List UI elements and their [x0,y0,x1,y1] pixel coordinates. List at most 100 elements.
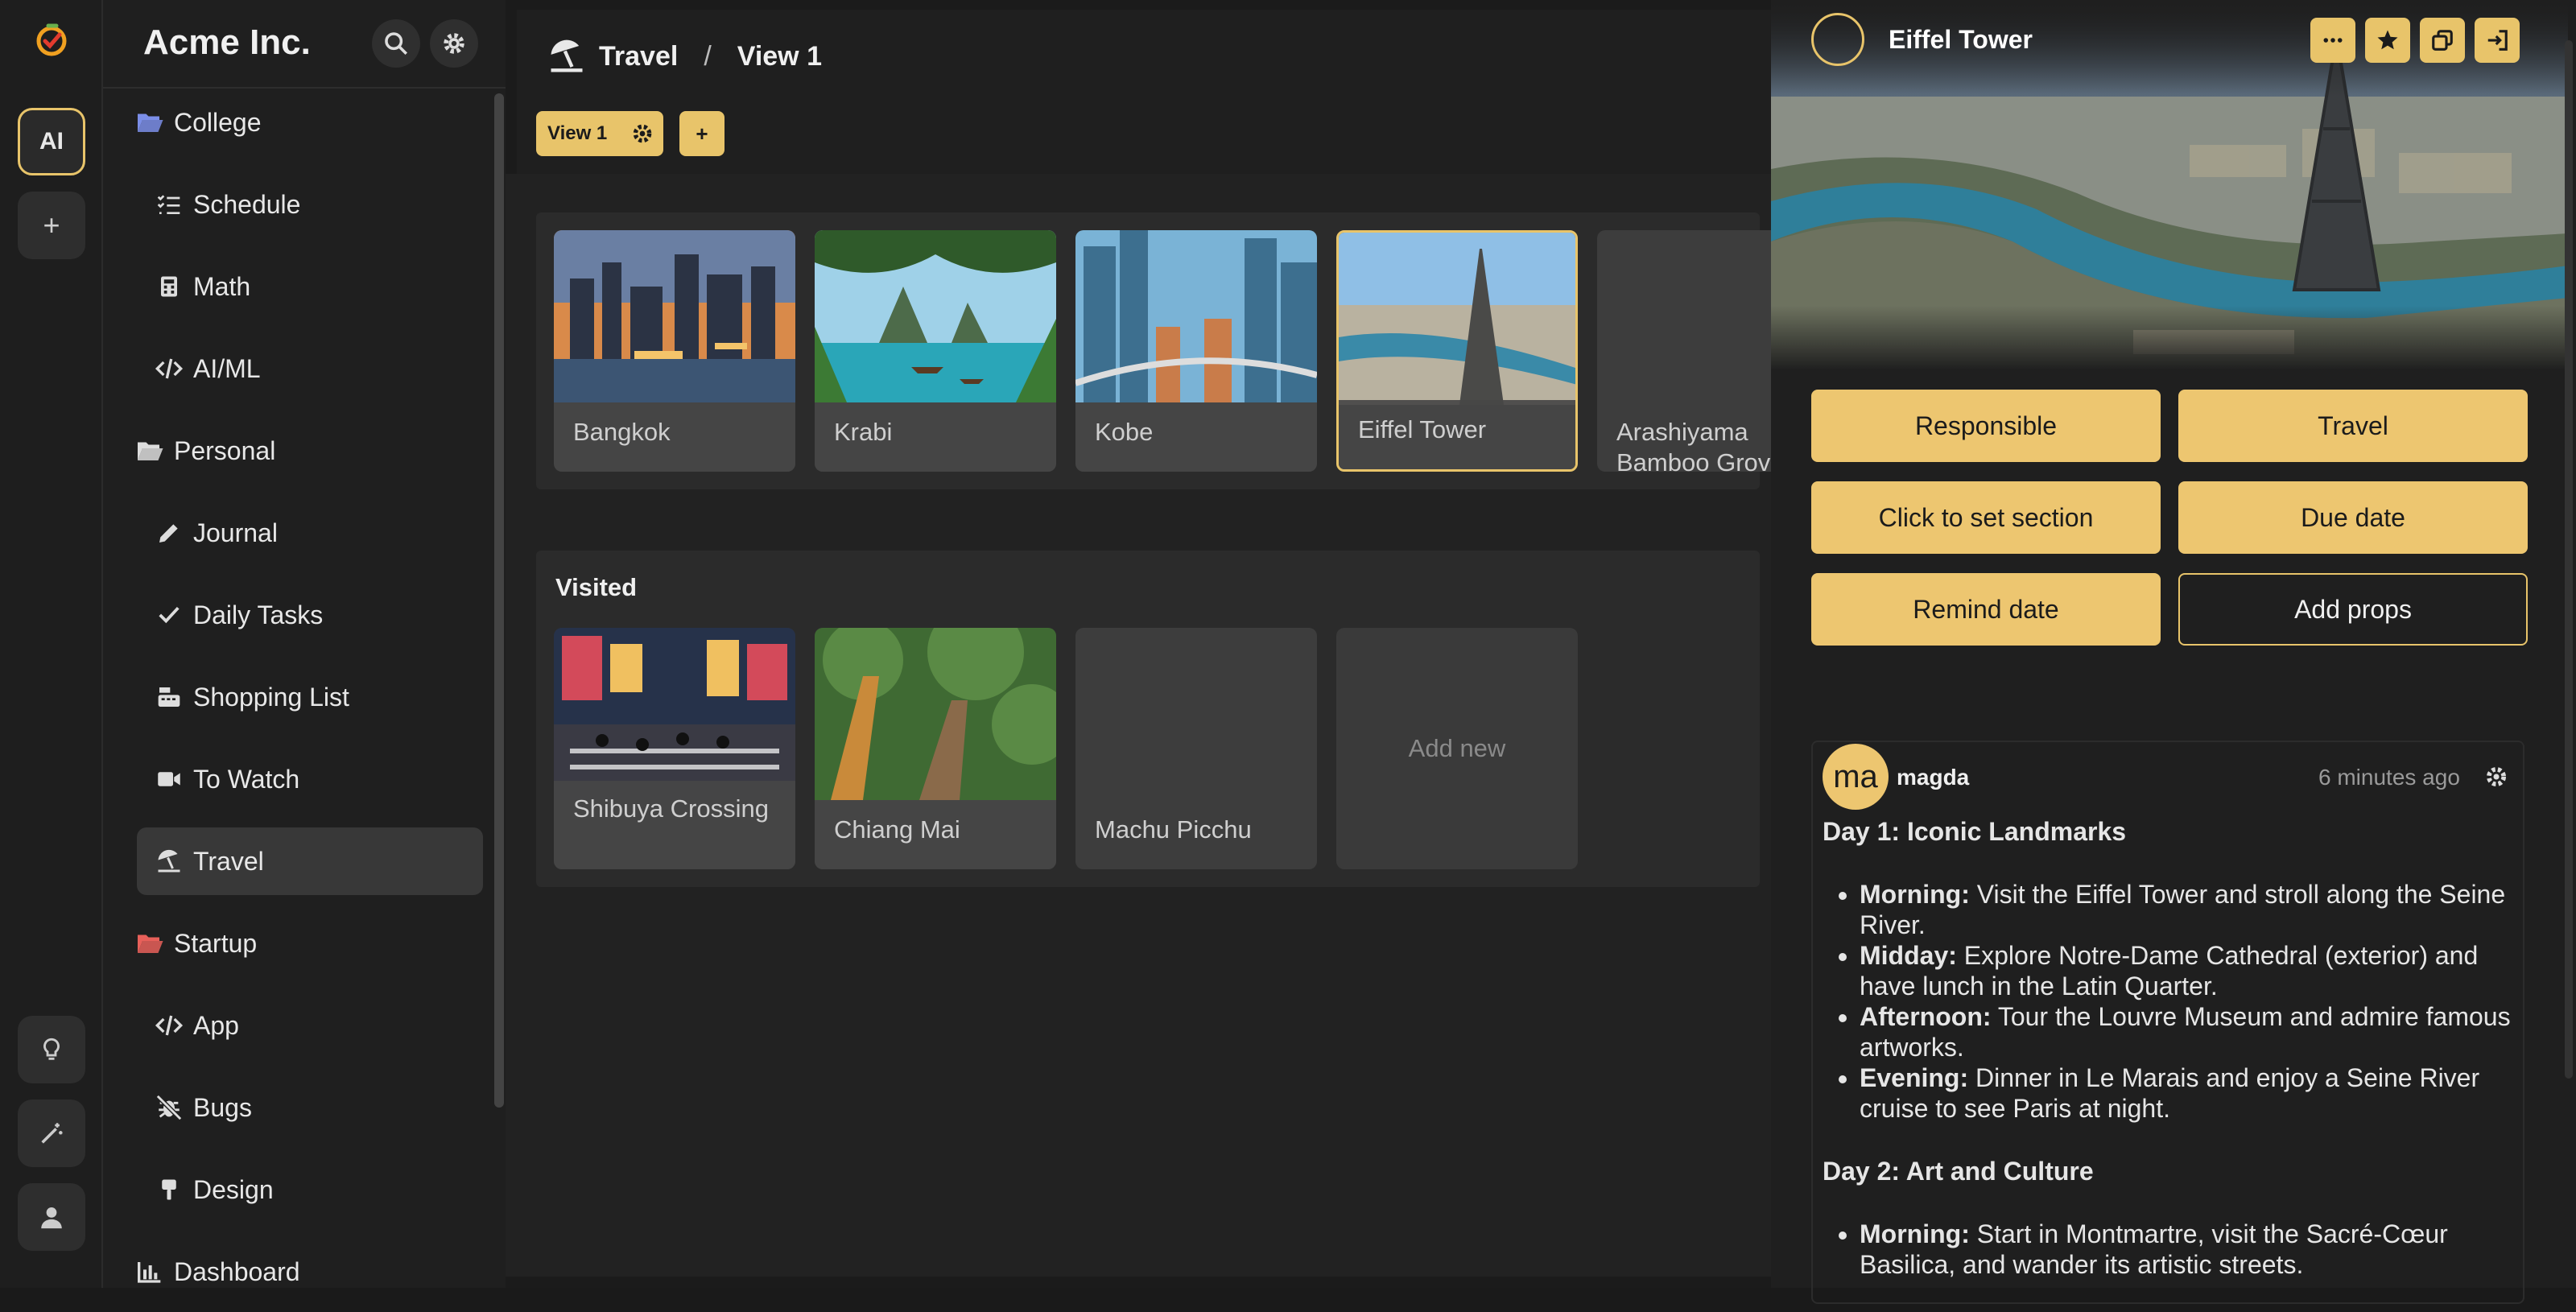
panel-actions [2301,18,2520,63]
day2-list: Morning: Start in Montmartre, visit the … [1823,1219,2515,1280]
due-date-button[interactable]: Due date [2178,481,2528,554]
day1-list: Morning: Visit the Eiffel Tower and stro… [1823,879,2515,1124]
card-cover-image [1075,230,1317,402]
add-new-card-button[interactable]: Add new [1336,628,1578,869]
lightbulb-button[interactable] [18,1016,85,1083]
itinerary-time: Morning: [1860,880,1970,909]
chart-icon [135,1257,164,1286]
folder-open-icon [135,108,164,137]
breadcrumb-page[interactable]: Travel [599,41,678,72]
gear-icon[interactable] [2483,763,2510,790]
brush-icon [155,1175,184,1204]
ai-button[interactable]: AI [18,108,85,175]
sidebar-item-label: Shopping List [193,682,349,712]
sidebar-item-label: Design [193,1174,274,1204]
settings-button[interactable] [430,19,478,68]
card-machu-picchu[interactable]: Machu Picchu [1075,628,1317,869]
itinerary-item: Morning: Start in Montmartre, visit the … [1860,1219,2515,1280]
folder-open-icon [135,436,164,465]
sidebar-item-label: App [193,1010,239,1040]
card-chiang-mai[interactable]: Chiang Mai [815,628,1056,869]
gear-icon [444,33,464,54]
card-label: Machu Picchu [1095,815,1252,844]
card-eiffel-tower[interactable]: Eiffel Tower [1336,230,1578,472]
itinerary-item: Midday: Explore Notre-Dame Cathedral (ex… [1860,940,2515,1001]
profile-button[interactable] [18,1183,85,1251]
card-label: Eiffel Tower [1339,400,1575,469]
magic-wand-icon [41,1123,63,1144]
sidebar-item-app[interactable]: App [137,992,483,1059]
comment: ma magda 6 minutes ago Day 1: Iconic Lan… [1811,741,2524,1304]
sidebar-item-shopping-list[interactable]: Shopping List [137,663,483,731]
itinerary-item: Afternoon: Tour the Louvre Museum and ad… [1860,1001,2515,1062]
sidebar-header: Acme Inc. [103,0,506,89]
card-title[interactable]: Eiffel Tower [1889,25,2033,55]
itinerary-item: Morning: Visit the Eiffel Tower and stro… [1860,879,2515,940]
sidebar-item-ai-ml[interactable]: AI/ML [137,335,483,402]
avatar[interactable]: ma [1823,744,1889,810]
detail-panel: Eiffel Tower Responsible Travel Click to s… [1771,0,2576,1304]
sidebar-item-label: College [174,107,262,137]
breadcrumb-view[interactable]: View 1 [737,41,822,72]
status-circle[interactable] [1811,13,1864,66]
card-shibuya-crossing[interactable]: Shibuya Crossing [554,628,795,869]
code-icon [155,1011,184,1040]
duplicate-icon [2432,30,2453,51]
sidebar-item-personal[interactable]: Personal [135,417,481,485]
favorite-button[interactable] [2365,18,2410,63]
card-krabi[interactable]: Krabi [815,230,1056,472]
magic-wand-button[interactable] [18,1100,85,1167]
comment-author: magda [1897,765,1970,790]
sidebar-item-label: Travel [193,846,264,876]
card-label: Kobe [1075,402,1317,472]
app-logo-icon[interactable] [32,19,71,58]
remind-date-button[interactable]: Remind date [1811,573,2161,646]
sidebar-item-bugs[interactable]: Bugs [137,1074,483,1141]
sidebar-item-schedule[interactable]: Schedule [137,171,483,238]
sidebar-item-math[interactable]: Math [137,253,483,320]
sidebar-item-travel[interactable]: Travel [137,827,483,895]
sidebar-item-design[interactable]: Design [137,1156,483,1223]
add-props-button[interactable]: Add props [2178,573,2528,646]
click-to-set-section-button[interactable]: Click to set section [1811,481,2161,554]
add-workspace-button[interactable]: + [18,192,85,259]
responsible-button[interactable]: Responsible [1811,390,2161,462]
sidebar-item-to-watch[interactable]: To Watch [137,745,483,813]
comment-body[interactable]: Day 1: Iconic Landmarks Morning: Visit t… [1823,816,2515,1312]
sidebar-item-dashboard[interactable]: Dashboard [135,1238,481,1306]
card-bangkok[interactable]: Bangkok [554,230,795,472]
sidebar-item-college[interactable]: College [135,89,481,156]
duplicate-button[interactable] [2420,18,2465,63]
panel-title: Eiffel Tower [1811,13,2033,66]
sidebar-item-journal[interactable]: Journal [137,499,483,567]
code-icon [155,354,184,383]
card-kobe[interactable]: Kobe [1075,230,1317,472]
sidebar: Acme Inc. College Schedule Math AI/ML Person… [103,0,506,1288]
close-panel-button[interactable] [2475,18,2520,63]
panel-scrollbar[interactable] [2565,40,2573,1079]
check-icon [155,600,184,629]
sidebar-scrollbar[interactable] [494,93,504,1108]
add-view-button[interactable]: + [679,111,724,156]
sidebar-item-label: AI/ML [193,353,261,383]
more-button[interactable] [2310,18,2355,63]
search-button[interactable] [372,19,420,68]
card-label: Chiang Mai [815,800,1056,869]
sidebar-item-label: Math [193,271,251,301]
app-rail: AI + [0,0,103,1288]
gear-icon[interactable] [630,121,655,146]
tab-view-1[interactable]: View 1 [536,111,663,156]
board-section-visited: Visited Shibuya Crossing Chiang Mai Machu … [536,551,1760,887]
umbrella-beach-icon [551,39,583,72]
sidebar-item-label: Daily Tasks [193,600,324,629]
itinerary-item: Evening: Dinner in Le Marais and enjoy a… [1860,1062,2515,1124]
card-cover-image [554,230,795,402]
sidebar-item-startup[interactable]: Startup [135,910,481,977]
brand-title: Acme Inc. [143,23,311,62]
list-check-icon [155,190,184,219]
calculator-icon [155,272,184,301]
card-cover-image [815,230,1056,402]
sidebar-item-daily-tasks[interactable]: Daily Tasks [137,581,483,649]
bug-slash-icon [155,1093,184,1122]
travel-button[interactable]: Travel [2178,390,2528,462]
